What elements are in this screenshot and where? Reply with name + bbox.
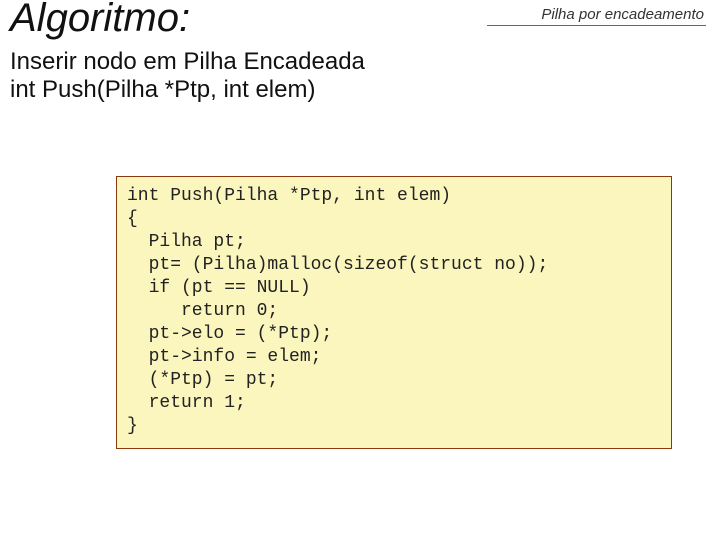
- slide: Pilha por encadeamento Algoritmo: Inseri…: [0, 0, 720, 540]
- subtitle: Inserir nodo em Pilha Encadeada int Push…: [10, 48, 365, 103]
- page-title: Algoritmo:: [10, 0, 190, 41]
- subtitle-line-2: int Push(Pilha *Ptp, int elem): [10, 76, 315, 103]
- code-block: int Push(Pilha *Ptp, int elem) { Pilha p…: [116, 176, 672, 449]
- subtitle-line-1: Inserir nodo em Pilha Encadeada: [10, 48, 365, 75]
- chapter-label: Pilha por encadeamento: [487, 6, 706, 26]
